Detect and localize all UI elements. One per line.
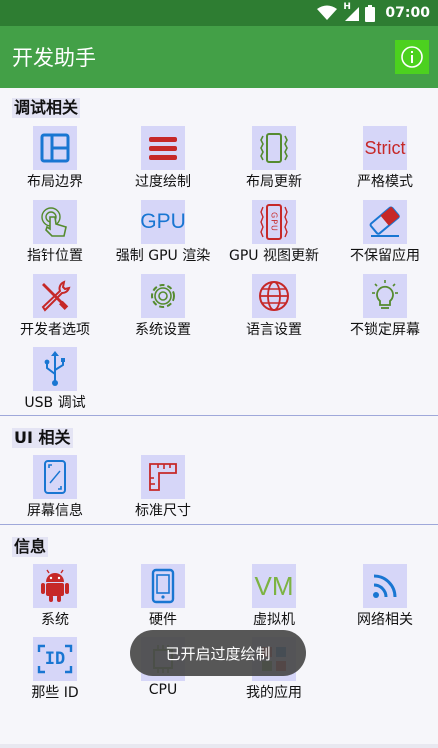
tile-usb-debugging[interactable]: USB 调试	[0, 347, 110, 417]
tile-label: 布局边界	[27, 174, 83, 190]
gpu-view-update-icon: GPU	[252, 200, 296, 244]
tile-force-gpu[interactable]: GPU 强制 GPU 渲染	[108, 200, 218, 270]
tile-standard-size[interactable]: 标准尺寸	[108, 455, 218, 525]
vm-icon: VM	[252, 564, 296, 608]
overdraw-icon	[141, 126, 185, 170]
layout-update-icon	[252, 126, 296, 170]
tile-label: 强制 GPU 渲染	[115, 248, 211, 264]
tile-pointer-location[interactable]: 指针位置	[0, 200, 110, 270]
tile-language-settings[interactable]: 语言设置	[219, 274, 329, 344]
system-settings-gear-icon	[141, 274, 185, 318]
bottom-edge	[0, 744, 438, 748]
vm-icon-text: VM	[254, 570, 294, 601]
network-type-icon: H	[343, 2, 360, 21]
gpu-render-icon: GPU	[140, 200, 186, 244]
tile-gpu-view-update[interactable]: GPU GPU 视图更新	[219, 200, 329, 270]
tile-layout-bounds[interactable]: 布局边界	[0, 126, 110, 196]
tile-label: 网络相关	[357, 612, 413, 628]
status-time: 07:00	[385, 5, 430, 21]
eraser-icon	[363, 200, 407, 244]
section-title-debug: 调试相关	[12, 98, 81, 118]
app-bar: 开发助手	[0, 26, 438, 88]
section-title-ui: UI 相关	[12, 428, 73, 448]
id-icon-text: ID	[44, 649, 66, 669]
status-bar: H 07:00	[0, 0, 438, 26]
tile-label: 系统设置	[135, 322, 191, 338]
tile-label: USB 调试	[24, 395, 86, 411]
gpu-icon-text: GPU	[140, 210, 186, 233]
tile-hardware[interactable]: 硬件	[108, 564, 218, 634]
tile-label: 严格模式	[357, 174, 413, 190]
battery-icon	[365, 4, 376, 22]
rss-network-icon	[363, 564, 407, 608]
layout-bounds-icon	[33, 126, 77, 170]
tile-label: 标准尺寸	[135, 503, 191, 519]
toast-message: 已开启过度绘制	[130, 630, 306, 676]
section-divider	[0, 524, 438, 525]
language-globe-icon	[252, 274, 296, 318]
developer-tools-icon	[33, 274, 77, 318]
tile-label: 系统	[41, 612, 69, 628]
tile-system[interactable]: 系统	[0, 564, 110, 634]
tile-stay-awake[interactable]: 不锁定屏幕	[330, 274, 438, 344]
tile-strict-mode[interactable]: Strict 严格模式	[330, 126, 438, 196]
tile-label: 开发者选项	[20, 322, 90, 338]
tile-label: 布局更新	[246, 174, 302, 190]
tile-network[interactable]: 网络相关	[330, 564, 438, 634]
tile-label: 屏幕信息	[27, 503, 83, 519]
tile-label: 指针位置	[27, 248, 83, 264]
tile-system-settings[interactable]: 系统设置	[108, 274, 218, 344]
tile-label: 语言设置	[246, 322, 302, 338]
tile-screen-info[interactable]: 屏幕信息	[0, 455, 110, 525]
tile-ids[interactable]: ID 那些 ID	[0, 637, 110, 707]
pointer-location-icon	[33, 200, 77, 244]
android-robot-icon	[33, 564, 77, 608]
section-title-info: 信息	[12, 537, 49, 557]
tile-label: 虚拟机	[253, 612, 295, 628]
gpu-vertical-text: GPU	[269, 212, 279, 232]
tile-developer-options[interactable]: 开发者选项	[0, 274, 110, 344]
phone-hardware-icon	[141, 564, 185, 608]
tile-label: 那些 ID	[31, 685, 79, 701]
screen-info-icon	[33, 455, 77, 499]
tile-label: 我的应用	[246, 685, 302, 701]
usb-icon	[33, 347, 77, 391]
ruler-icon	[141, 455, 185, 499]
tile-virtual-machine[interactable]: VM 虚拟机	[219, 564, 329, 634]
info-circle-icon	[401, 46, 423, 68]
strict-mode-icon: Strict	[363, 126, 407, 170]
tile-label: CPU	[148, 682, 178, 698]
id-icon: ID	[33, 637, 77, 681]
tile-layout-update[interactable]: 布局更新	[219, 126, 329, 196]
app-title: 开发助手	[12, 46, 96, 70]
wifi-icon	[317, 5, 338, 20]
tile-label: 过度绘制	[135, 174, 191, 190]
strict-icon-text: Strict	[364, 137, 406, 158]
status-icons: H 07:00	[317, 2, 430, 22]
section-divider	[0, 415, 438, 416]
lightbulb-icon	[363, 274, 407, 318]
tile-label: 不保留应用	[350, 248, 420, 264]
info-button[interactable]	[395, 40, 429, 74]
tile-overdraw[interactable]: 过度绘制	[108, 126, 218, 196]
tile-label: GPU 视图更新	[229, 248, 319, 264]
tile-dont-keep-activities[interactable]: 不保留应用	[330, 200, 438, 270]
tile-label: 硬件	[149, 612, 177, 628]
tile-label: 不锁定屏幕	[350, 322, 420, 338]
